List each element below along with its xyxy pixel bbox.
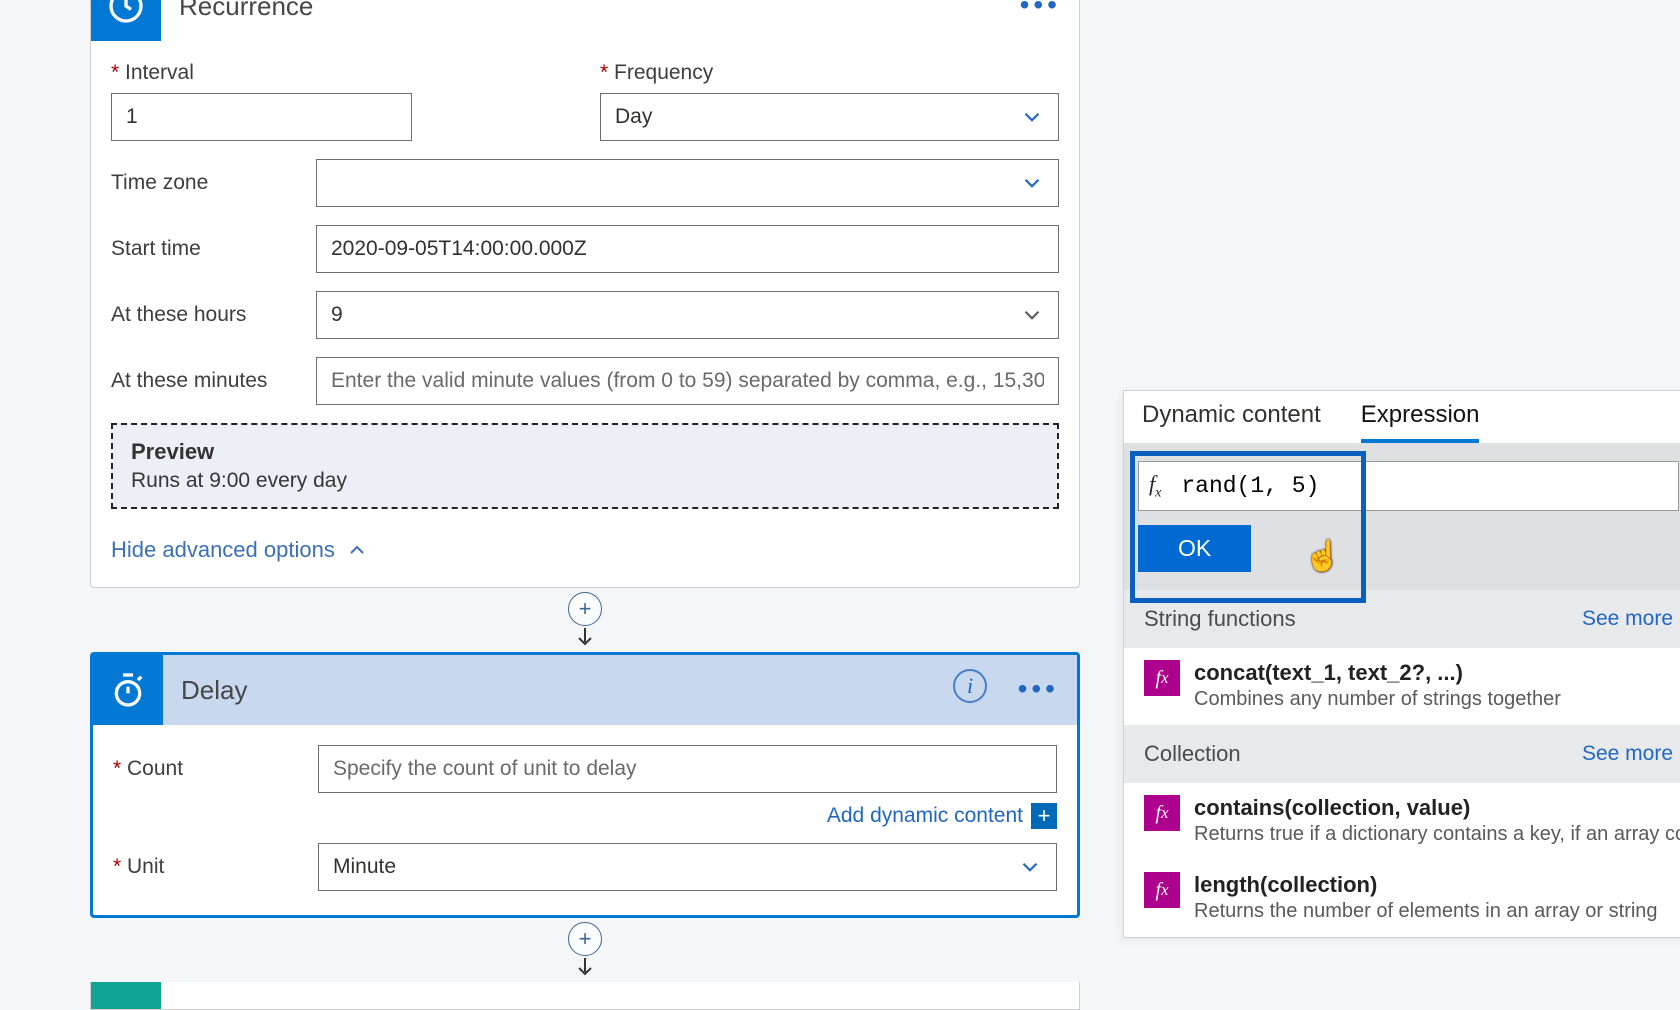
chevron-up-icon xyxy=(345,538,369,562)
tab-expression[interactable]: Expression xyxy=(1361,401,1480,443)
tab-dynamic-content[interactable]: Dynamic content xyxy=(1142,401,1321,443)
preview-text: Runs at 9:00 every day xyxy=(131,469,1039,493)
timezone-select[interactable] xyxy=(316,159,1059,207)
add-step-button[interactable]: + xyxy=(568,922,602,956)
cursor-pointer-icon: ☝ xyxy=(1304,539,1341,574)
count-input[interactable] xyxy=(318,745,1057,793)
fx-icon: fx xyxy=(1149,471,1161,501)
frequency-label: Frequency xyxy=(600,61,1059,85)
fx-icon: fx xyxy=(1144,872,1180,908)
expression-input-wrap[interactable]: fx xyxy=(1138,461,1679,511)
fx-icon: fx xyxy=(1144,795,1180,831)
see-more-link[interactable]: See more xyxy=(1582,607,1673,631)
fn-concat[interactable]: fx concat(text_1, text_2?, ...) Combines… xyxy=(1124,648,1680,725)
connector-2: + xyxy=(90,918,1080,982)
hide-advanced-label: Hide advanced options xyxy=(111,537,335,563)
minutes-label: At these minutes xyxy=(111,369,316,393)
next-card-peek xyxy=(90,982,1080,1010)
ok-button[interactable]: OK xyxy=(1138,525,1251,572)
add-step-button[interactable]: + xyxy=(568,592,602,626)
collection-label: Collection xyxy=(1144,741,1241,767)
unit-select[interactable] xyxy=(318,843,1057,891)
expression-panel: Dynamic content Expression fx OK ☝ Strin… xyxy=(1123,390,1680,938)
fn-description: Returns the number of elements in an arr… xyxy=(1194,900,1658,923)
recurrence-menu-icon[interactable]: ••• xyxy=(1020,0,1061,21)
timezone-label: Time zone xyxy=(111,171,316,195)
collection-functions-header[interactable]: Collection See more xyxy=(1124,725,1680,783)
start-time-input[interactable] xyxy=(316,225,1059,273)
minutes-input[interactable] xyxy=(316,357,1059,405)
delay-menu-icon[interactable]: ••• xyxy=(1018,673,1059,705)
preview-box: Preview Runs at 9:00 every day xyxy=(111,423,1059,509)
info-icon[interactable]: i xyxy=(953,669,987,703)
recurrence-title: Recurrence xyxy=(179,0,313,22)
arrow-down-icon xyxy=(573,956,597,978)
delay-icon xyxy=(93,655,163,725)
string-functions-header[interactable]: String functions See more xyxy=(1124,590,1680,648)
arrow-down-icon xyxy=(573,626,597,648)
fn-signature: length(collection) xyxy=(1194,872,1658,898)
recurrence-card: Recurrence ••• Interval Frequency Time xyxy=(90,0,1080,588)
start-time-label: Start time xyxy=(111,237,316,261)
connector-1: + xyxy=(90,588,1080,652)
ok-button-label: OK xyxy=(1178,535,1211,562)
unit-label: Unit xyxy=(113,855,318,879)
hide-advanced-toggle[interactable]: Hide advanced options xyxy=(111,537,1059,563)
fn-description: Combines any number of strings together xyxy=(1194,688,1561,711)
delay-title: Delay xyxy=(181,675,247,706)
fn-signature: concat(text_1, text_2?, ...) xyxy=(1194,660,1561,686)
interval-input[interactable] xyxy=(111,93,412,141)
delay-header[interactable]: Delay i ••• xyxy=(93,655,1077,725)
delay-card: Delay i ••• Count Add dynamic content + … xyxy=(90,652,1080,918)
fn-description: Returns true if a dictionary contains a … xyxy=(1194,823,1680,846)
plus-icon[interactable]: + xyxy=(1031,803,1057,829)
frequency-select[interactable] xyxy=(600,93,1059,141)
string-functions-label: String functions xyxy=(1144,606,1296,632)
recurrence-header[interactable]: Recurrence ••• xyxy=(91,0,1079,41)
count-label: Count xyxy=(113,757,318,781)
fn-signature: contains(collection, value) xyxy=(1194,795,1680,821)
see-more-link[interactable]: See more xyxy=(1582,742,1673,766)
expression-input[interactable] xyxy=(1181,473,1668,499)
fn-length[interactable]: fx length(collection) Returns the number… xyxy=(1124,860,1680,937)
hours-select[interactable] xyxy=(316,291,1059,339)
next-card-icon xyxy=(91,982,161,1009)
recurrence-icon xyxy=(91,0,161,41)
fx-icon: fx xyxy=(1144,660,1180,696)
preview-title: Preview xyxy=(131,439,1039,465)
fn-contains[interactable]: fx contains(collection, value) Returns t… xyxy=(1124,783,1680,860)
add-dynamic-content-link[interactable]: Add dynamic content xyxy=(827,804,1023,828)
interval-label: Interval xyxy=(111,61,570,85)
hours-label: At these hours xyxy=(111,303,316,327)
